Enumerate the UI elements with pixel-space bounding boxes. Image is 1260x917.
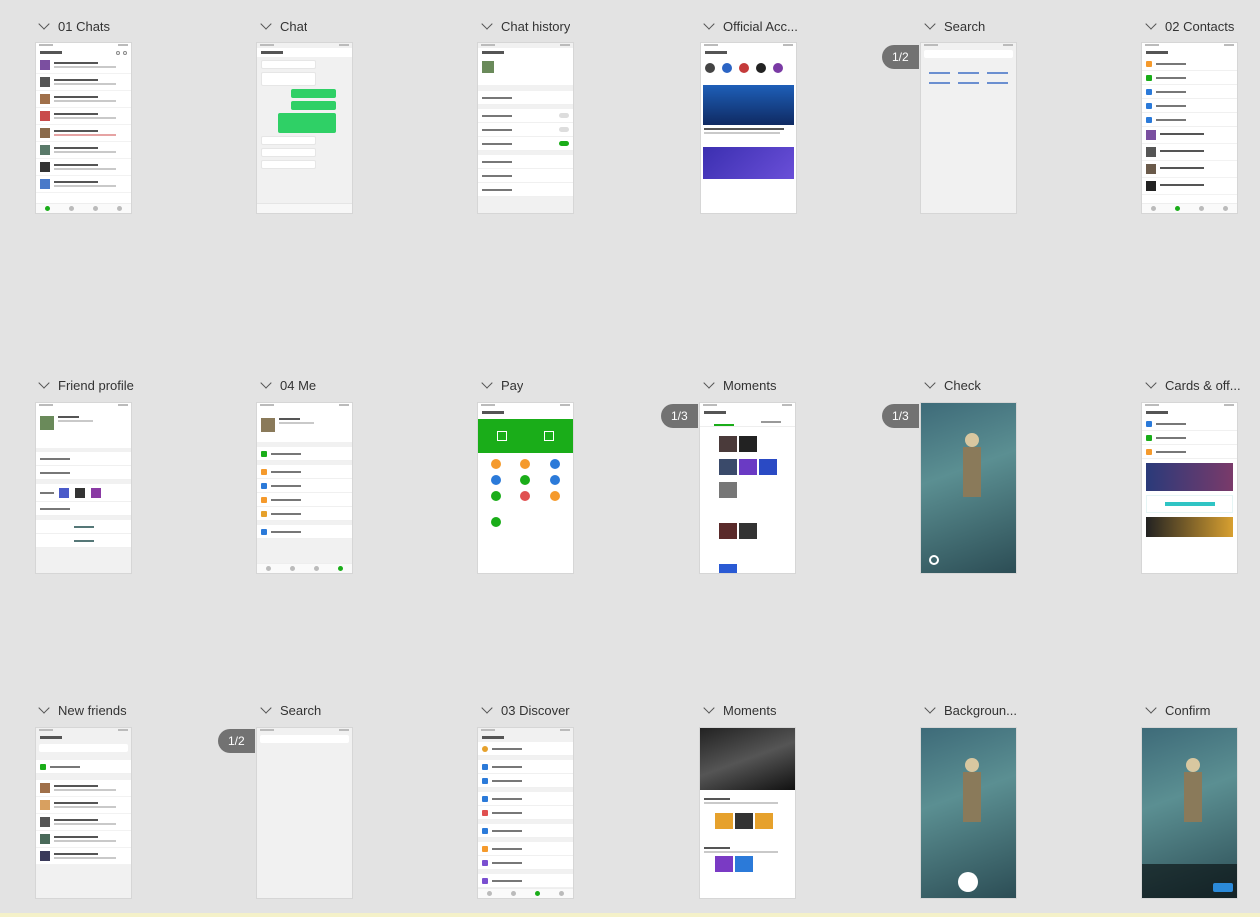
- chevron-down-icon[interactable]: [703, 702, 715, 714]
- pager-check[interactable]: 1/3: [882, 404, 919, 428]
- chevron-down-icon[interactable]: [38, 702, 50, 714]
- artboard-confirm[interactable]: [1142, 728, 1237, 898]
- chevron-down-icon[interactable]: [703, 377, 715, 389]
- chevron-down-icon[interactable]: [924, 377, 936, 389]
- artboard-moments-1[interactable]: [700, 403, 795, 573]
- board-title-moments-2[interactable]: Moments: [703, 700, 776, 720]
- board-title-me[interactable]: 04 Me: [260, 375, 316, 395]
- chevron-down-icon[interactable]: [38, 18, 50, 30]
- photo-subject: [965, 433, 979, 447]
- artboard-search-1[interactable]: [921, 43, 1016, 213]
- artboard-chat-history[interactable]: [478, 43, 573, 213]
- board-title-search-1[interactable]: Search: [924, 16, 985, 36]
- board-title-official-accounts[interactable]: Official Acc...: [703, 16, 798, 36]
- chevron-down-icon[interactable]: [481, 702, 493, 714]
- artboard-chat[interactable]: [257, 43, 352, 213]
- artboard-new-friends[interactable]: [36, 728, 131, 898]
- pager-search-1[interactable]: 1/2: [882, 45, 919, 69]
- artboard-discover[interactable]: [478, 728, 573, 898]
- chevron-down-icon[interactable]: [481, 18, 493, 30]
- shutter-icon[interactable]: [929, 555, 939, 565]
- board-title-friend-profile[interactable]: Friend profile: [38, 375, 134, 395]
- chevron-down-icon[interactable]: [260, 702, 272, 714]
- artboard-me[interactable]: [257, 403, 352, 573]
- chevron-down-icon[interactable]: [481, 377, 493, 389]
- artboard-friend-profile[interactable]: [36, 403, 131, 573]
- chevron-down-icon[interactable]: [260, 377, 272, 389]
- chevron-down-icon[interactable]: [703, 18, 715, 30]
- board-title-cards[interactable]: Cards & off...: [1145, 375, 1241, 395]
- chevron-down-icon[interactable]: [260, 18, 272, 30]
- board-title-chat-history[interactable]: Chat history: [481, 16, 570, 36]
- artboard-cards[interactable]: [1142, 403, 1237, 573]
- artboard-background[interactable]: [921, 728, 1016, 898]
- board-title-pay[interactable]: Pay: [481, 375, 523, 395]
- artboard-moments-2[interactable]: [700, 728, 795, 898]
- board-title-discover[interactable]: 03 Discover: [481, 700, 570, 720]
- artboard-check[interactable]: [921, 403, 1016, 573]
- artboard-search-2[interactable]: [257, 728, 352, 898]
- chevron-down-icon[interactable]: [1145, 377, 1157, 389]
- chevron-down-icon[interactable]: [1145, 18, 1157, 30]
- pager-search-2[interactable]: 1/2: [218, 729, 255, 753]
- shutter-button[interactable]: [958, 872, 978, 892]
- board-title-check[interactable]: Check: [924, 375, 981, 395]
- board-title-chats[interactable]: 01 Chats: [38, 16, 110, 36]
- board-title-chat[interactable]: Chat: [260, 16, 307, 36]
- chevron-down-icon[interactable]: [924, 18, 936, 30]
- confirm-button[interactable]: [1213, 883, 1233, 892]
- artboard-official-accounts[interactable]: [701, 43, 796, 213]
- board-title-confirm[interactable]: Confirm: [1145, 700, 1211, 720]
- artboard-contacts[interactable]: [1142, 43, 1237, 213]
- artboard-chats[interactable]: [36, 43, 131, 213]
- board-title-background[interactable]: Backgroun...: [924, 700, 1017, 720]
- board-title-new-friends[interactable]: New friends: [38, 700, 127, 720]
- board-title-contacts[interactable]: 02 Contacts: [1145, 16, 1234, 36]
- artboard-pay[interactable]: [478, 403, 573, 573]
- chevron-down-icon[interactable]: [924, 702, 936, 714]
- pager-moments-1[interactable]: 1/3: [661, 404, 698, 428]
- chevron-down-icon[interactable]: [1145, 702, 1157, 714]
- chevron-down-icon[interactable]: [38, 377, 50, 389]
- board-title-search-2[interactable]: Search: [260, 700, 321, 720]
- board-title-moments-1[interactable]: Moments: [703, 375, 776, 395]
- bottom-strip: [0, 913, 1260, 917]
